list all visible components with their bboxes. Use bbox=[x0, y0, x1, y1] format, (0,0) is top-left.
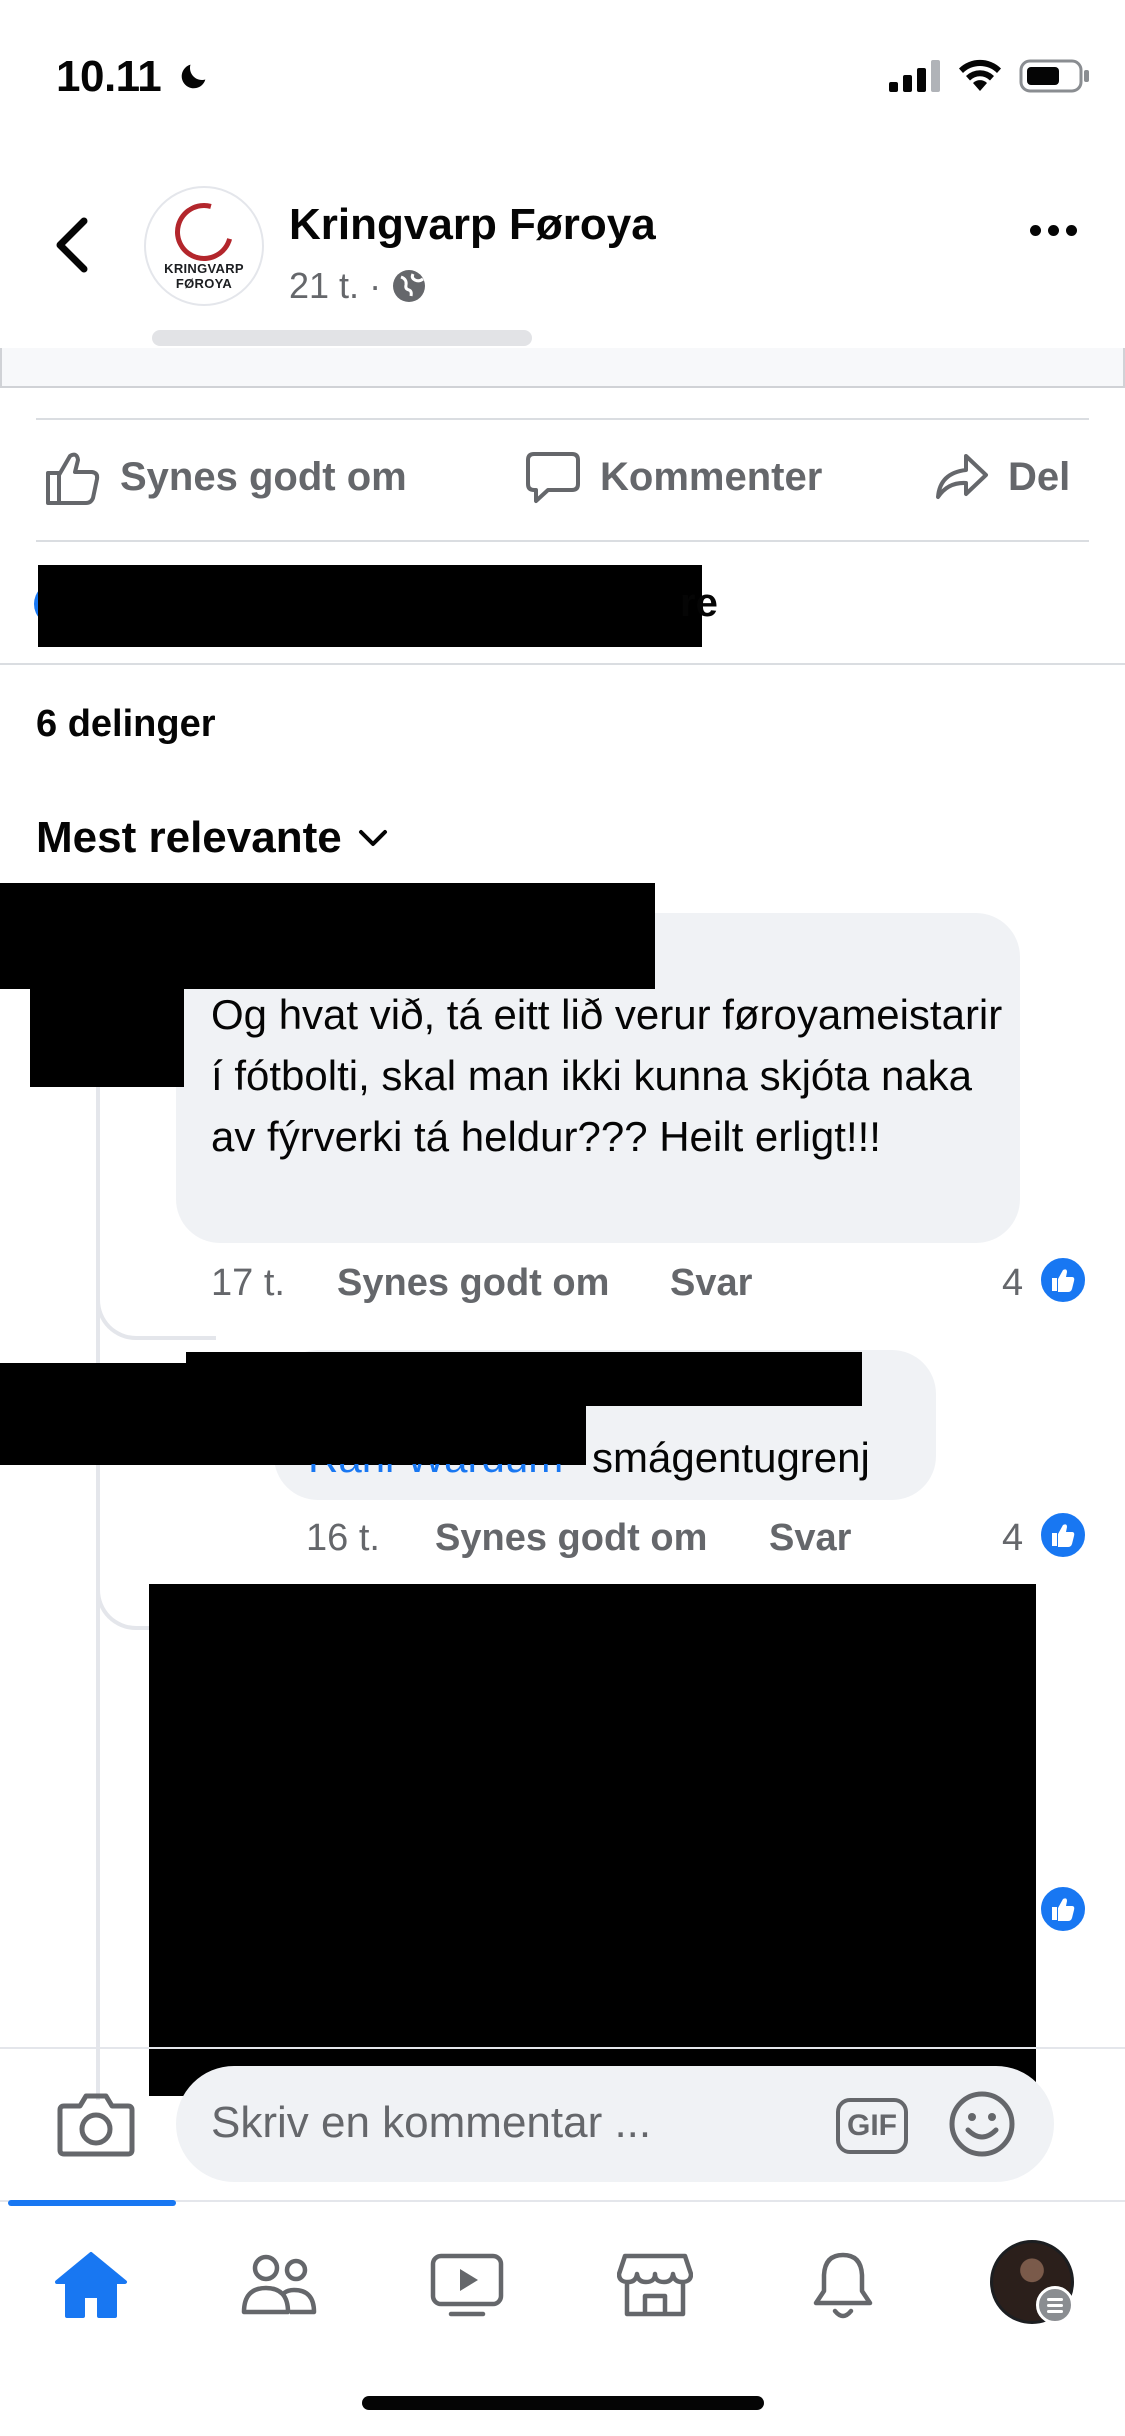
composer-divider bbox=[0, 2047, 1125, 2049]
share-button[interactable]: Del bbox=[932, 448, 1070, 506]
redacted-avatar bbox=[30, 980, 184, 1087]
reply-reply-button[interactable]: Svar bbox=[769, 1517, 851, 1560]
comment-button[interactable]: Kommenter bbox=[524, 448, 822, 506]
share-arrow-icon bbox=[936, 454, 988, 499]
camera-icon bbox=[57, 2093, 135, 2157]
comment-timestamp[interactable]: 17 t. bbox=[211, 1262, 285, 1305]
gif-button[interactable]: GIF bbox=[836, 2098, 908, 2154]
bell-icon bbox=[813, 2252, 873, 2319]
like-reaction-icon[interactable] bbox=[1038, 1510, 1088, 1560]
reply-text: smágentugrenj bbox=[592, 1434, 870, 1481]
comment-bubble-icon bbox=[526, 452, 580, 503]
post-content-edge bbox=[0, 330, 1125, 388]
like-label: Synes godt om bbox=[120, 454, 407, 499]
wifi-icon bbox=[959, 59, 1001, 91]
post-timestamp[interactable]: 21 t. bbox=[289, 265, 359, 307]
moon-icon bbox=[181, 64, 206, 89]
section-divider bbox=[0, 663, 1125, 665]
friends-icon bbox=[241, 2254, 317, 2315]
battery-icon bbox=[1019, 59, 1089, 93]
smiley-icon bbox=[949, 2091, 1015, 2157]
comment-like-button[interactable]: Synes godt om bbox=[337, 1262, 609, 1305]
avatar-logo-text-2: FØROYA bbox=[175, 276, 233, 291]
redacted-mention bbox=[300, 1420, 586, 1464]
redacted-commenter bbox=[0, 883, 655, 989]
page-name[interactable]: Kringvarp Føroya bbox=[289, 200, 656, 250]
sort-label: Mest relevante bbox=[36, 813, 342, 862]
more-options-button[interactable] bbox=[1030, 225, 1077, 236]
comment-input-placeholder: Skriv en kommentar ... bbox=[211, 2098, 652, 2147]
reply-like-count: 4 bbox=[1002, 1517, 1024, 1559]
avatar-logo-text-1: KRINGVARP bbox=[164, 261, 244, 276]
comment-text: Og hvat við, tá eitt lið verur føroyamei… bbox=[211, 991, 1003, 1160]
reply-timestamp[interactable]: 16 t. bbox=[306, 1517, 380, 1560]
comment-reply-button[interactable]: Svar bbox=[670, 1262, 752, 1305]
thread-branch bbox=[96, 1300, 216, 1340]
chevron-down-icon bbox=[358, 830, 387, 846]
post-meta: 21 t. · bbox=[289, 265, 427, 307]
redacted-reactions bbox=[38, 565, 702, 647]
divider bbox=[36, 418, 1089, 420]
comment-reply-label: Svar bbox=[670, 1262, 753, 1304]
comment-label: Kommenter bbox=[600, 454, 823, 499]
tab-home[interactable] bbox=[46, 2240, 136, 2330]
divider bbox=[36, 540, 1089, 542]
thumbs-up-icon bbox=[46, 452, 100, 505]
active-tab-indicator bbox=[8, 2200, 176, 2206]
like-reaction-icon[interactable] bbox=[1038, 1255, 1088, 1305]
tab-notifications[interactable] bbox=[798, 2240, 888, 2330]
like-button[interactable]: Synes godt om bbox=[44, 448, 407, 506]
home-icon bbox=[55, 2252, 127, 2318]
camera-button[interactable] bbox=[56, 2088, 136, 2160]
menu-icon bbox=[1036, 2286, 1074, 2324]
meta-separator: · bbox=[369, 265, 382, 306]
page-avatar[interactable]: KRINGVARP FØROYA bbox=[144, 186, 264, 306]
home-indicator bbox=[362, 2396, 764, 2410]
watch-video-icon bbox=[430, 2253, 504, 2317]
emoji-button[interactable] bbox=[948, 2090, 1016, 2158]
cellular-signal-icon bbox=[889, 60, 940, 92]
reply-reply-label: Svar bbox=[769, 1517, 852, 1559]
share-label: Del bbox=[1008, 454, 1071, 499]
like-reaction-icon[interactable] bbox=[1038, 1884, 1088, 1934]
comment-like-label: Synes godt om bbox=[337, 1262, 610, 1304]
comment-like-count: 4 bbox=[1002, 1262, 1024, 1304]
tab-friends[interactable] bbox=[234, 2240, 324, 2330]
chevron-left-icon bbox=[56, 217, 88, 273]
reply-like-button[interactable]: Synes godt om bbox=[435, 1517, 707, 1560]
logo-ring-icon bbox=[164, 192, 244, 272]
marketplace-icon bbox=[617, 2253, 693, 2317]
status-indicators bbox=[889, 58, 1091, 94]
comment-sort-dropdown[interactable]: Mest relevante bbox=[36, 813, 388, 863]
tab-watch[interactable] bbox=[422, 2240, 512, 2330]
status-time: 10.11 bbox=[56, 52, 211, 102]
tab-marketplace[interactable] bbox=[610, 2240, 700, 2330]
shares-count[interactable]: 6 delinger bbox=[36, 703, 216, 746]
redacted-comment bbox=[149, 1584, 1036, 2096]
globe-icon bbox=[393, 270, 426, 302]
back-button[interactable] bbox=[44, 210, 100, 280]
reply-like-label: Synes godt om bbox=[435, 1517, 708, 1559]
reactions-summary-tail[interactable]: re bbox=[680, 581, 718, 626]
